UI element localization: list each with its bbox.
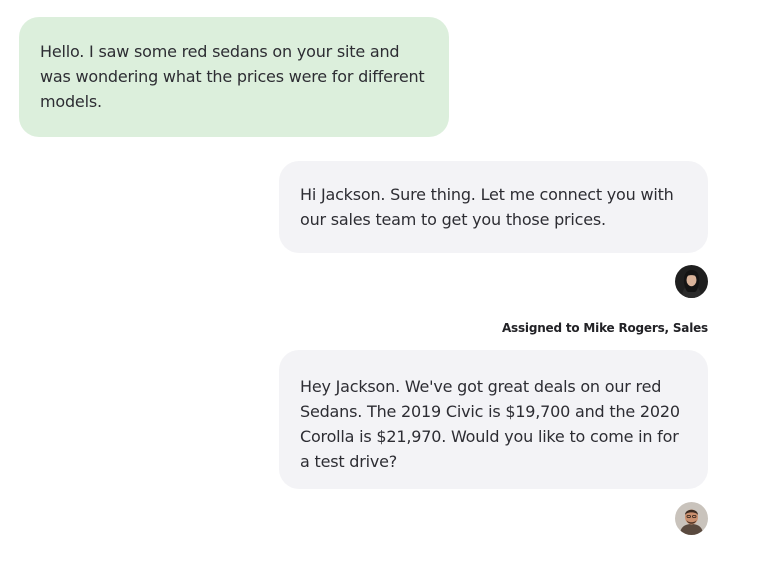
agent-message-text: Hi Jackson. Sure thing. Let me connect y… [300,185,674,229]
customer-message-text: Hello. I saw some red sedans on your sit… [40,42,425,111]
agent-message-text: Hey Jackson. We've got great deals on ou… [300,377,680,471]
agent-avatar-woman-icon [675,265,708,298]
agent-avatar-man-icon [675,502,708,535]
assignment-notice: Assigned to Mike Rogers, Sales [501,321,708,335]
customer-message-bubble: Hello. I saw some red sedans on your sit… [19,17,449,137]
agent-message-bubble: Hey Jackson. We've got great deals on ou… [279,350,708,489]
agent-message-bubble: Hi Jackson. Sure thing. Let me connect y… [279,161,708,253]
